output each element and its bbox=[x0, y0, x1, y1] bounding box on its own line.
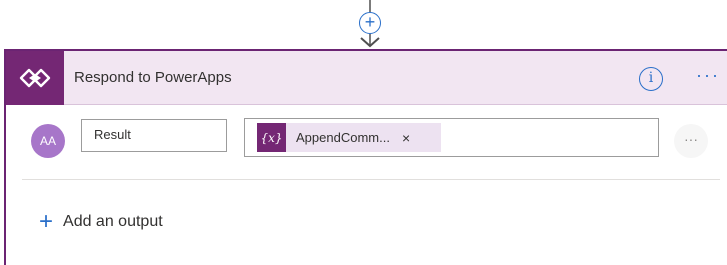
card-more-options-icon[interactable]: ··· bbox=[692, 65, 724, 91]
text-type-avatar: AA bbox=[31, 124, 65, 158]
remove-token-icon[interactable]: × bbox=[402, 130, 410, 146]
plus-icon: + bbox=[39, 208, 54, 235]
output-row-more-icon[interactable]: ··· bbox=[674, 124, 708, 158]
card-title: Respond to PowerApps bbox=[74, 69, 232, 86]
powerapps-icon bbox=[6, 51, 64, 105]
output-value-field[interactable]: {x} AppendComm... × bbox=[244, 118, 659, 157]
token-label: AppendComm... bbox=[296, 130, 390, 145]
dynamic-content-token[interactable]: {x} AppendComm... × bbox=[257, 123, 441, 152]
divider bbox=[22, 179, 720, 180]
card-header[interactable]: Respond to PowerApps i ··· bbox=[6, 51, 727, 105]
variable-icon: {x} bbox=[257, 123, 286, 152]
output-name-field[interactable]: Result bbox=[81, 119, 227, 152]
respond-to-powerapps-card: Respond to PowerApps i ··· AA Result {x}… bbox=[4, 49, 727, 265]
insert-step-button[interactable]: + bbox=[359, 12, 381, 34]
add-output-button[interactable]: + Add an output bbox=[39, 209, 163, 235]
info-icon[interactable]: i bbox=[639, 67, 663, 91]
add-output-label: Add an output bbox=[63, 213, 163, 230]
